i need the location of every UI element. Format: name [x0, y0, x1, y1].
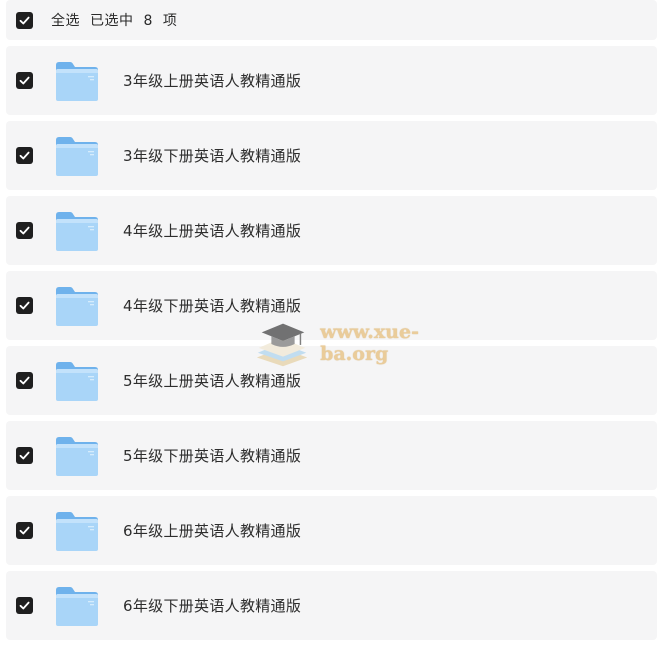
checkmark-icon [19, 376, 30, 385]
item-checkbox[interactable] [16, 447, 33, 464]
selection-summary: 全选 已选中 8 项 [51, 10, 187, 30]
folder-icon [54, 509, 100, 553]
item-name[interactable]: 3年级上册英语人教精通版 [123, 70, 301, 91]
item-checkbox[interactable] [16, 372, 33, 389]
list-item[interactable]: 6年级下册英语人教精通版 [6, 571, 657, 640]
unit-label: 项 [162, 13, 178, 29]
item-name[interactable]: 6年级上册英语人教精通版 [123, 520, 301, 541]
list-item[interactable]: 3年级下册英语人教精通版 [6, 121, 657, 190]
item-name[interactable]: 3年级下册英语人教精通版 [123, 145, 301, 166]
folder-icon [54, 284, 100, 328]
watermark-text: www.xue-ba.org [320, 321, 419, 365]
folder-icon [54, 209, 100, 253]
watermark: www.xue-ba.org [252, 318, 482, 368]
select-all-checkbox[interactable] [16, 11, 33, 29]
list-item[interactable]: 6年级上册英语人教精通版 [6, 496, 657, 565]
checkmark-icon [19, 451, 30, 460]
item-name[interactable]: 6年级下册英语人教精通版 [123, 595, 301, 616]
item-name[interactable]: 5年级上册英语人教精通版 [123, 370, 301, 391]
select-all-label[interactable]: 全选 [51, 13, 80, 29]
folder-icon [54, 59, 100, 103]
folder-icon [54, 134, 100, 178]
checkmark-icon [19, 226, 30, 235]
item-checkbox[interactable] [16, 72, 33, 89]
folder-icon [54, 434, 100, 478]
checkmark-icon [19, 601, 30, 610]
selected-count: 8 [143, 13, 153, 29]
item-name[interactable]: 4年级上册英语人教精通版 [123, 220, 301, 241]
item-name[interactable]: 4年级下册英语人教精通版 [123, 295, 301, 316]
checkmark-icon [19, 526, 30, 535]
item-checkbox[interactable] [16, 597, 33, 614]
item-checkbox[interactable] [16, 297, 33, 314]
item-checkbox[interactable] [16, 147, 33, 164]
graduation-cap-books-icon [256, 323, 308, 367]
folder-icon [54, 359, 100, 403]
list-item[interactable]: 3年级上册英语人教精通版 [6, 46, 657, 115]
selected-label: 已选中 [90, 13, 134, 29]
checkmark-icon [19, 76, 30, 85]
folder-icon [54, 584, 100, 628]
item-name[interactable]: 5年级下册英语人教精通版 [123, 445, 301, 466]
item-checkbox[interactable] [16, 522, 33, 539]
item-checkbox[interactable] [16, 222, 33, 239]
list-item[interactable]: 4年级上册英语人教精通版 [6, 196, 657, 265]
select-all-bar: 全选 已选中 8 项 [6, 0, 657, 40]
checkmark-icon [19, 16, 30, 24]
list-item[interactable]: 5年级下册英语人教精通版 [6, 421, 657, 490]
checkmark-icon [19, 151, 30, 160]
checkmark-icon [19, 301, 30, 310]
